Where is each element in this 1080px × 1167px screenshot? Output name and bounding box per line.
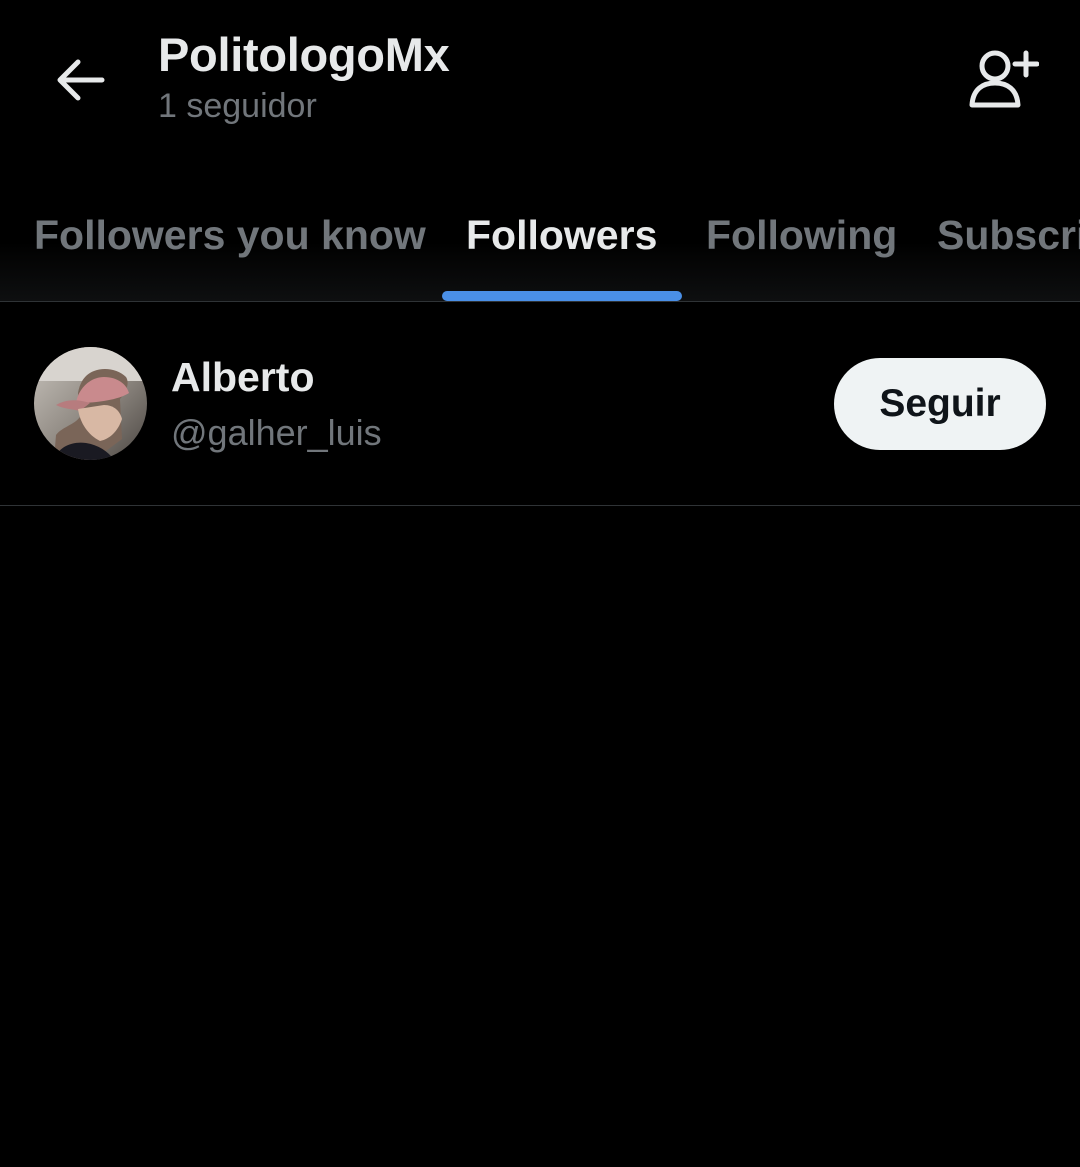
user-display-name[interactable]: Alberto (171, 352, 315, 402)
page-title: PolitologoMx (158, 28, 450, 81)
active-tab-indicator (442, 291, 682, 301)
avatar[interactable] (34, 347, 147, 460)
title-block: PolitologoMx 1 seguidor (158, 26, 450, 128)
follow-button[interactable]: Seguir (834, 358, 1046, 450)
tab-followers[interactable]: Followers (466, 210, 657, 260)
top-app-bar: PolitologoMx 1 seguidor (0, 0, 1080, 160)
tab-subscriptions[interactable]: Subscri (937, 210, 1080, 260)
arrow-left-icon (57, 59, 105, 101)
tab-following[interactable]: Following (706, 210, 897, 260)
tab-followers-you-know[interactable]: Followers you know (34, 210, 426, 260)
add-user-button[interactable] (962, 40, 1046, 116)
user-handle: @galher_luis (171, 412, 382, 453)
back-button[interactable] (44, 44, 116, 116)
follower-list-item[interactable]: Alberto @galher_luis Seguir (0, 302, 1080, 506)
tab-bar: Followers you know Followers Following S… (0, 170, 1080, 302)
person-plus-icon (969, 50, 1039, 108)
follower-count: 1 seguidor (158, 87, 317, 125)
avatar-photo (34, 347, 147, 460)
